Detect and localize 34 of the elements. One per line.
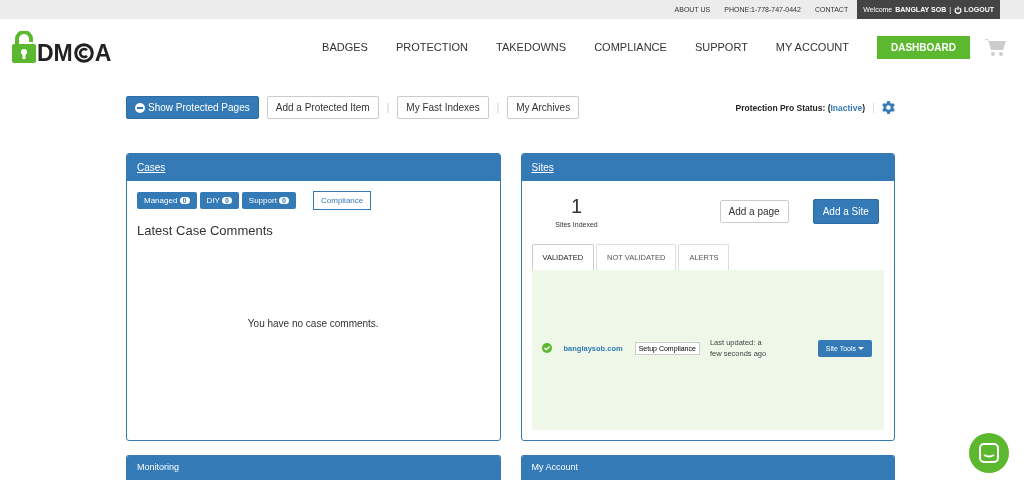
- compliance-button[interactable]: Compliance: [313, 191, 372, 210]
- add-page-button[interactable]: Add a page: [719, 200, 789, 223]
- nav-item[interactable]: PROTECTION: [395, 41, 469, 53]
- panel-title: Monitoring: [137, 462, 180, 473]
- add-site-button[interactable]: Add a Site: [812, 199, 879, 224]
- nav-item[interactable]: COMPLIANCE: [594, 41, 667, 53]
- separator-text: |: [386, 102, 390, 113]
- nav-item[interactable]: TAKEDOWNS: [496, 41, 567, 53]
- padlock-icon: [12, 31, 36, 63]
- status-text: Protection Pro Status: (Inactive): [735, 102, 874, 113]
- chat-button[interactable]: [969, 433, 1009, 473]
- panel-title[interactable]: Sites: [531, 162, 554, 173]
- logo-text: A: [94, 43, 112, 63]
- section-heading: Latest Case Comments: [137, 223, 274, 238]
- minus-circle-icon: [135, 102, 145, 113]
- toolbar-button[interactable]: My Archives: [507, 96, 580, 119]
- toolbar-button[interactable]: My Fast Indexes: [397, 96, 489, 119]
- panel-title: My Account: [531, 462, 579, 473]
- settings-icon[interactable]: [882, 101, 895, 114]
- panel-title[interactable]: Cases: [137, 162, 166, 173]
- chat-icon: [979, 443, 999, 463]
- power-icon: [954, 5, 963, 14]
- logo-text: DM: [37, 43, 73, 63]
- show-protected-pages-button[interactable]: Show Protected Pages: [126, 96, 259, 119]
- empty-message: You have no case comments.: [246, 318, 380, 329]
- sites-count: 1: [569, 195, 584, 218]
- toolbar-button[interactable]: Add a Protected Item: [266, 96, 379, 119]
- copyright-icon: [73, 43, 94, 63]
- nav-item[interactable]: BADGES: [322, 41, 368, 53]
- cart-icon[interactable]: [984, 38, 1006, 56]
- nav-item[interactable]: SUPPORT: [694, 41, 748, 53]
- nav-item[interactable]: MY ACCOUNT: [775, 41, 849, 53]
- separator-text: |: [496, 102, 500, 113]
- caret-icon: [858, 346, 864, 351]
